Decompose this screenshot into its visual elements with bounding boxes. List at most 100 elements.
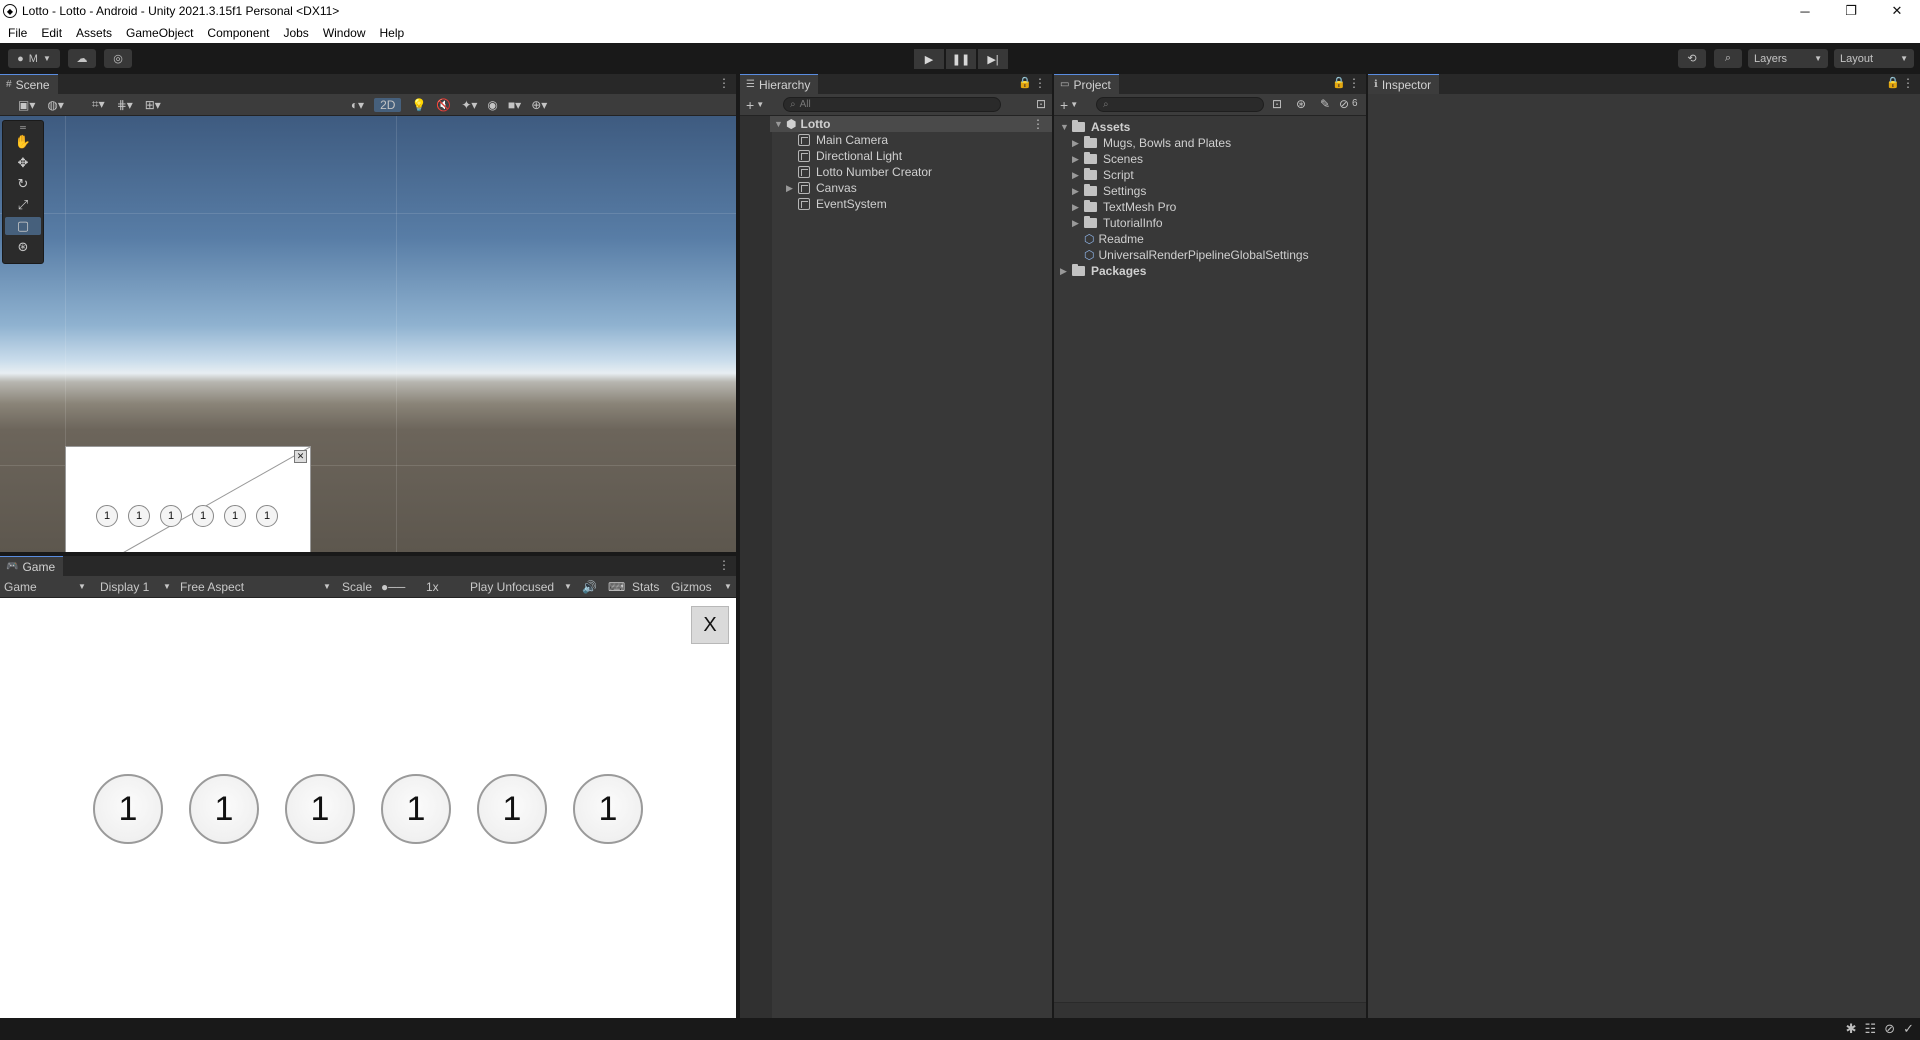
scene-view-settings-icon[interactable]: ◐▾ — [351, 98, 364, 112]
effects-icon[interactable]: ✦▾ — [461, 98, 477, 112]
grid-snap-icon[interactable]: ⌗▾ — [92, 97, 105, 112]
scale-tool-icon[interactable]: ⤢ — [5, 196, 41, 214]
gizmos-icon[interactable]: ⊕▾ — [531, 98, 547, 112]
tab-inspector[interactable]: ℹ Inspector — [1368, 74, 1440, 94]
search-by-type-icon[interactable]: ⊡ — [1272, 97, 1282, 111]
menu-gameobject[interactable]: GameObject — [126, 26, 193, 40]
project-assets-root[interactable]: ▼ Assets — [1060, 119, 1130, 135]
collab-button[interactable]: ◎ — [104, 49, 132, 68]
mute-audio-icon[interactable]: 🔊 — [582, 580, 597, 594]
debug-icon[interactable]: ✱ — [1846, 1021, 1857, 1037]
lock-icon[interactable]: 🔒 — [1018, 76, 1032, 89]
project-item[interactable]: ▶ Mugs, Bowls and Plates — [1072, 135, 1231, 151]
scale-slider-thumb[interactable]: ●── — [381, 580, 405, 594]
hierarchy-item[interactable]: Lotto Number Creator — [798, 164, 932, 180]
history-button[interactable]: ⟲ — [1678, 49, 1706, 68]
more-options-icon[interactable]: ⋮ — [1032, 117, 1044, 131]
expand-arrow-icon[interactable]: ▶ — [1072, 138, 1084, 149]
menu-assets[interactable]: Assets — [76, 26, 112, 40]
expand-arrow-icon[interactable]: ▶ — [1072, 154, 1084, 165]
hierarchy-item[interactable]: Directional Light — [798, 148, 902, 164]
layout-dropdown[interactable]: Layout ▼ — [1834, 49, 1914, 68]
project-item[interactable]: ▶ Scenes — [1072, 151, 1143, 167]
more-options-icon[interactable]: ⋮ — [718, 558, 730, 572]
pause-button[interactable]: ❚❚ — [946, 49, 976, 69]
expand-arrow-icon[interactable]: ▶ — [1072, 202, 1084, 213]
move-tool-icon[interactable]: ✥ — [5, 154, 41, 172]
draw-mode-icon[interactable]: ▣▾ — [18, 98, 35, 112]
project-item[interactable]: ▶ Settings — [1072, 183, 1146, 199]
check-icon[interactable]: ✓ — [1903, 1021, 1914, 1037]
hierarchy-item[interactable]: ▶ Canvas — [786, 180, 857, 196]
project-item[interactable]: ▶ Script — [1072, 167, 1134, 183]
tab-project[interactable]: ▭ Project — [1054, 74, 1119, 94]
project-item[interactable]: ⬡ Readme — [1084, 231, 1144, 247]
add-icon[interactable]: + — [746, 97, 754, 113]
close-button[interactable]: X — [691, 606, 729, 644]
more-options-icon[interactable]: ⋮ — [1034, 76, 1046, 90]
menu-help[interactable]: Help — [380, 26, 405, 40]
expand-arrow-icon[interactable]: ▶ — [786, 183, 798, 194]
transform-tool-icon[interactable]: ⊛ — [5, 238, 41, 256]
minimize-button[interactable]: ─ — [1782, 0, 1828, 22]
ruler-icon[interactable]: ⊞▾ — [145, 98, 161, 112]
game-view-dropdown[interactable]: Game — [4, 580, 37, 594]
cloud-button[interactable]: ☁ — [68, 49, 96, 68]
snap-increment-icon[interactable]: ⋕▾ — [117, 98, 133, 112]
display-dropdown[interactable]: Display 1 — [100, 580, 149, 594]
more-options-icon[interactable]: ⋮ — [718, 76, 730, 90]
search-button[interactable]: ⌕ — [1714, 49, 1742, 68]
scene-canvas-preview[interactable]: ✕ 1 1 1 1 1 1 — [65, 446, 311, 552]
audio-icon[interactable]: 🔇 — [436, 98, 451, 112]
close-window-button[interactable]: ✕ — [1874, 0, 1920, 22]
tab-scene[interactable]: # Scene — [0, 74, 58, 94]
tab-hierarchy[interactable]: ☰ Hierarchy — [740, 74, 819, 94]
add-icon[interactable]: + — [1060, 97, 1068, 113]
camera-icon[interactable]: ■▾ — [508, 98, 521, 112]
project-item[interactable]: ⬡ UniversalRenderPipelineGlobalSettings — [1084, 247, 1309, 263]
hidden-objects-icon[interactable]: ◉ — [487, 98, 497, 112]
lock-icon[interactable]: 🔒 — [1886, 76, 1900, 89]
hidden-packages-icon[interactable]: ⊘ — [1339, 97, 1349, 111]
hierarchy-item[interactable]: Main Camera — [798, 132, 888, 148]
project-item[interactable]: ▶ TextMesh Pro — [1072, 199, 1176, 215]
account-button[interactable]: ● M ▼ — [8, 49, 60, 68]
project-item[interactable]: ▶ TutorialInfo — [1072, 215, 1163, 231]
expand-arrow-icon[interactable]: ▼ — [1060, 122, 1072, 132]
shortcut-icon[interactable]: ⌨ — [608, 580, 625, 594]
hierarchy-scene-root[interactable]: ▼ ⬢ Lotto — [774, 116, 830, 132]
rect-tool-icon[interactable]: ▢ — [5, 217, 41, 235]
drag-handle-icon[interactable]: ═ — [5, 123, 41, 132]
play-button[interactable]: ▶ — [914, 49, 944, 69]
expand-arrow-icon[interactable]: ▼ — [774, 119, 786, 129]
menu-edit[interactable]: Edit — [41, 26, 62, 40]
maximize-button[interactable]: ❐ — [1828, 0, 1874, 22]
aspect-dropdown[interactable]: Free Aspect — [180, 580, 244, 594]
game-viewport[interactable]: X 1 1 1 1 1 1 — [0, 598, 736, 1018]
stats-button[interactable]: Stats — [632, 580, 659, 594]
hierarchy-search-input[interactable]: ⌕ All — [783, 97, 1001, 112]
gizmos-button[interactable]: Gizmos — [671, 580, 712, 594]
render-mode-icon[interactable]: ◍▾ — [47, 98, 64, 112]
progress-icon[interactable]: ⊘ — [1884, 1021, 1895, 1037]
menu-jobs[interactable]: Jobs — [283, 26, 308, 40]
lighting-icon[interactable]: 💡 — [411, 98, 426, 112]
scene-viewport[interactable]: ═ ✋ ✥ ↻ ⤢ ▢ ⊛ ✕ 1 1 1 1 1 1 — [0, 116, 736, 552]
search-by-label-icon[interactable]: ⊛ — [1296, 97, 1306, 111]
hand-tool-icon[interactable]: ✋ — [5, 133, 41, 151]
favorite-icon[interactable]: ✎ — [1320, 97, 1330, 111]
expand-arrow-icon[interactable]: ▶ — [1060, 266, 1072, 277]
layers-dropdown[interactable]: Layers ▼ — [1748, 49, 1828, 68]
more-options-icon[interactable]: ⋮ — [1348, 76, 1360, 90]
menu-component[interactable]: Component — [207, 26, 269, 40]
hierarchy-item[interactable]: EventSystem — [798, 196, 887, 212]
lock-icon[interactable]: 🔒 — [1332, 76, 1346, 89]
expand-arrow-icon[interactable]: ▶ — [1072, 218, 1084, 229]
expand-arrow-icon[interactable]: ▶ — [1072, 186, 1084, 197]
expand-arrow-icon[interactable]: ▶ — [1072, 170, 1084, 181]
cache-icon[interactable]: ☷ — [1865, 1021, 1877, 1037]
step-button[interactable]: ▶| — [978, 49, 1008, 69]
menu-window[interactable]: Window — [323, 26, 366, 40]
tab-game[interactable]: 🎮 Game — [0, 556, 64, 576]
mode-2d-button[interactable]: 2D — [374, 97, 402, 112]
